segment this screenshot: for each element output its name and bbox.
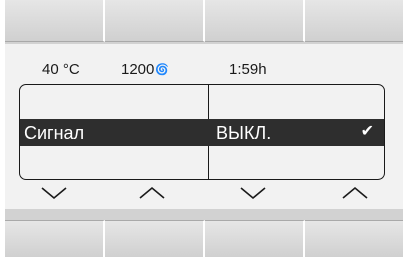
power-value: 1200 <box>121 61 155 78</box>
selected-setting-row[interactable]: Сигнал ВЫКЛ. ✔ <box>20 119 384 146</box>
top-button-3[interactable] <box>205 0 305 42</box>
chevron-down-icon[interactable] <box>39 184 69 202</box>
chevron-up-icon[interactable] <box>137 184 167 202</box>
bottom-button-1[interactable] <box>5 220 105 257</box>
display-panel: 40 °C 1200🌀 1:59h Сигнал ВЫКЛ. ✔ <box>5 44 403 209</box>
settings-list: Сигнал ВЫКЛ. ✔ <box>19 84 385 180</box>
appliance-display: 40 °C 1200🌀 1:59h Сигнал ВЫКЛ. ✔ <box>5 0 403 257</box>
spiral-icon: 🌀 <box>155 64 170 76</box>
top-button-row <box>5 0 403 42</box>
power-readout: 1200🌀 <box>121 61 169 81</box>
top-button-1[interactable] <box>5 0 105 42</box>
setting-label: Сигнал <box>24 123 85 143</box>
bottom-button-row <box>5 220 403 257</box>
checkmark-icon: ✔ <box>360 123 374 140</box>
chevron-up-icon[interactable] <box>340 184 370 202</box>
bottom-button-2[interactable] <box>105 220 205 257</box>
bottom-button-4[interactable] <box>305 220 403 257</box>
temperature-readout: 40 °C <box>42 61 80 78</box>
time-readout: 1:59h <box>229 61 267 78</box>
arrow-row <box>5 184 403 206</box>
setting-value: ВЫКЛ. <box>216 123 272 143</box>
top-button-4[interactable] <box>305 0 403 42</box>
chevron-down-icon[interactable] <box>238 184 268 202</box>
top-button-2[interactable] <box>105 0 205 42</box>
bottom-button-3[interactable] <box>205 220 305 257</box>
